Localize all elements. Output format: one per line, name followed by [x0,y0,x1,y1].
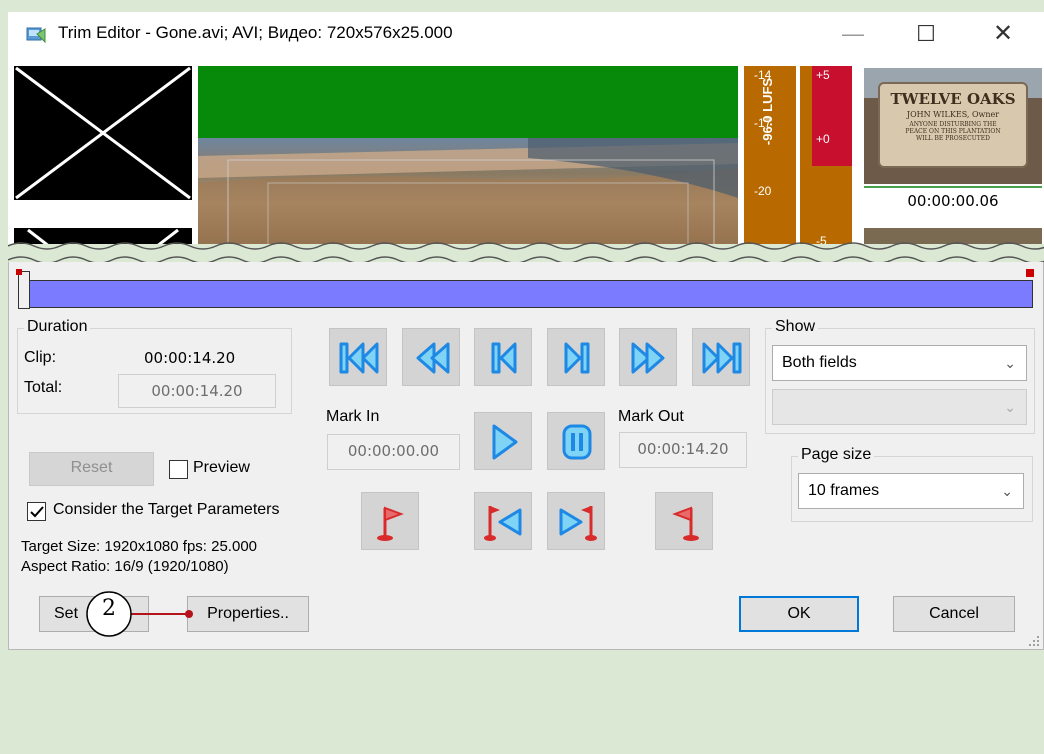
target-size-text: Target Size: 1920x1080 fps: 25.000 [21,538,258,555]
go-to-start-button[interactable] [329,328,387,386]
mark-in-handle[interactable] [18,271,30,309]
maximize-button[interactable]: ☐ [903,18,949,50]
page-size-select[interactable]: 10 frames ⌄ [798,473,1024,509]
go-to-mark-in-button[interactable] [474,492,532,550]
meter-tick-label: +0 [816,132,830,146]
properties-button[interactable]: Properties.. [187,596,309,632]
empty-frame-thumbnail[interactable] [14,66,192,200]
close-button[interactable]: ✕ [980,18,1026,50]
rewind-button[interactable] [402,328,460,386]
minimize-button[interactable]: — [830,18,876,50]
resize-grip-icon[interactable] [1027,634,1041,648]
go-to-mark-out-button[interactable] [547,492,605,550]
meter-tick-label: -20 [754,184,772,198]
duration-legend: Duration [24,318,91,336]
settings-button-label: Set [54,605,79,622]
consider-target-checkbox[interactable] [27,502,46,521]
total-duration-field[interactable]: 00:00:14.20 [118,374,276,408]
total-label: Total: [24,379,63,396]
sign-text: ANYONE DISTURBING THE PEACE ON THIS PLAN… [905,121,1001,142]
page-size-group: Page size 10 frames ⌄ [791,446,1033,522]
show-secondary-select[interactable]: ⌄ [772,389,1027,425]
ok-button[interactable]: OK [739,596,859,632]
go-to-mark-in-icon [484,506,522,541]
frame-thumbnail[interactable]: TWELVE OAKS JOHN WILKES, Owner ANYONE DI… [864,68,1042,184]
meter-lufs-readout: -96.0 LUFS [760,64,796,174]
meter-tick-label: +5 [816,68,830,82]
consider-target-label[interactable]: Consider the Target Parameters [53,501,279,519]
mark-in-label: Mark In [326,408,380,425]
go-to-end-button[interactable] [692,328,750,386]
clip-duration-value: 00:00:14.20 [144,349,236,367]
next-frame-icon [564,342,590,374]
checkmark-icon [30,506,44,518]
mark-out-flag-icon [672,506,699,541]
preview-label[interactable]: Preview [193,459,250,477]
play-button[interactable] [474,412,532,470]
show-legend: Show [772,318,819,336]
window-title: Trim Editor - Gone.avi; AVI; Видео: 720x… [58,23,453,42]
duration-group: Duration Clip: 00:00:14.20 Total: 00:00:… [17,318,292,414]
preview-green-area [198,66,738,138]
go-to-mark-out-icon [559,506,597,541]
mark-out-label: Mark Out [618,408,684,425]
mark-in-field[interactable]: 00:00:00.00 [327,434,460,470]
show-group: Show Both fields ⌄ ⌄ [765,318,1035,434]
mark-in-flag-icon [377,506,404,541]
app-icon [26,25,46,44]
rewind-icon [416,342,450,374]
previous-frame-button[interactable] [474,328,532,386]
next-frame-button[interactable] [547,328,605,386]
cancel-button[interactable]: Cancel [893,596,1015,632]
preview-image [198,138,738,244]
loudness-meter: -14 -17 -20 -96.0 LUFS [744,66,796,244]
chevron-down-icon: ⌄ [1001,483,1013,499]
reset-button[interactable]: Reset [29,452,154,486]
mark-out-marker[interactable] [1026,269,1034,277]
thumbnail-sign: TWELVE OAKS JOHN WILKES, Owner ANYONE DI… [878,82,1028,168]
chevron-down-icon: ⌄ [1004,399,1016,415]
set-mark-in-button[interactable] [361,492,419,550]
lufs-value: -96.0 LUFS [760,77,776,146]
peak-meter: +5 +0 -5 [800,66,852,244]
timeline-bar[interactable] [16,269,1034,309]
fast-forward-icon [631,342,665,374]
show-fields-value: Both fields [782,354,857,371]
fast-forward-button[interactable] [619,328,677,386]
go-end-icon [702,342,742,374]
thumbnail-timecode: 00:00:00.06 [864,186,1042,214]
video-strip: -14 -17 -20 -96.0 LUFS +5 +0 -5 TWELVE O… [8,56,1044,244]
callout-number: 2 [102,596,116,621]
aspect-ratio-text: Aspect Ratio: 16/9 (1920/1080) [21,558,229,575]
sign-subtitle: JOHN WILKES, Owner [906,110,1000,119]
trim-editor-window: Trim Editor - Gone.avi; AVI; Видео: 720x… [8,0,1044,650]
page-size-value: 10 frames [808,482,880,499]
chevron-down-icon: ⌄ [1004,355,1016,371]
preview-checkbox[interactable] [169,460,188,479]
show-fields-select[interactable]: Both fields ⌄ [772,345,1027,381]
prev-frame-icon [491,342,517,374]
video-preview[interactable] [198,66,738,244]
trim-controls-panel: Duration Clip: 00:00:14.20 Total: 00:00:… [8,262,1044,650]
mark-in-marker [16,269,22,275]
sign-title: TWELVE OAKS [890,90,1016,108]
set-mark-out-button[interactable] [655,492,713,550]
play-icon [492,424,518,460]
pause-icon [562,424,592,460]
go-start-icon [339,342,379,374]
pause-button[interactable] [547,412,605,470]
mark-out-field[interactable]: 00:00:14.20 [619,432,747,468]
title-bar[interactable]: Trim Editor - Gone.avi; AVI; Видео: 720x… [8,12,1044,56]
page-size-legend: Page size [798,446,875,464]
clip-label: Clip: [24,349,57,366]
